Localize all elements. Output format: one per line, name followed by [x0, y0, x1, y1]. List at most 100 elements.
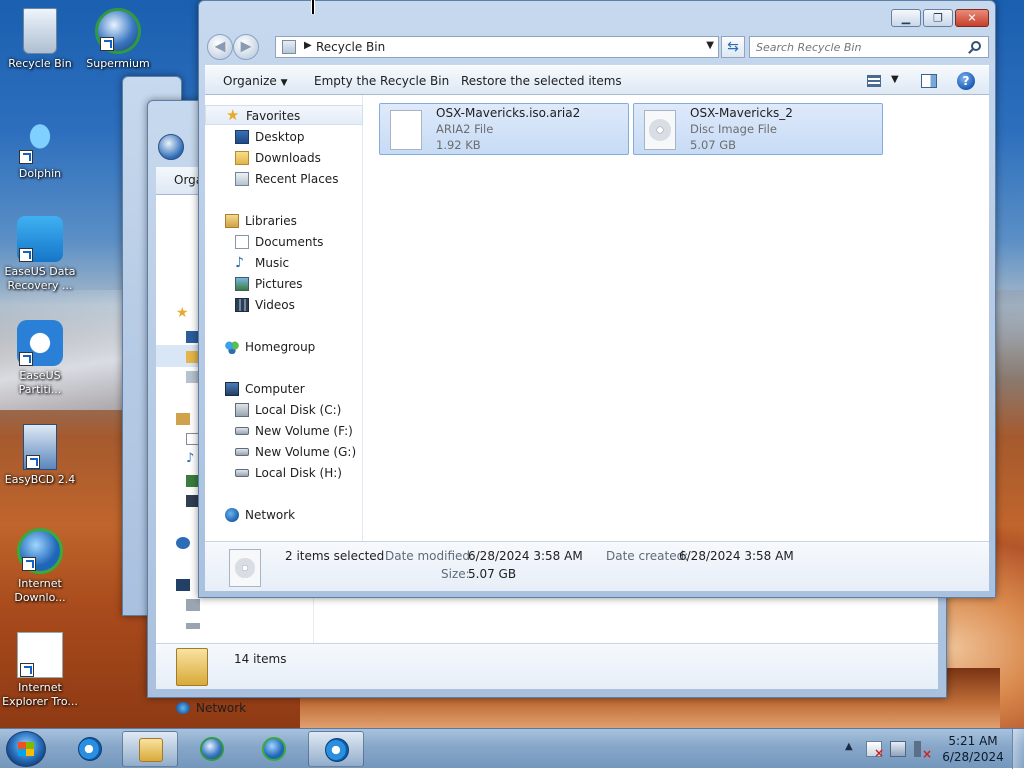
nav-favorites[interactable]: ★ Favorites [205, 105, 363, 125]
preview-pane-icon[interactable] [921, 74, 937, 88]
supermium-icon [200, 737, 224, 761]
nav-network[interactable]: Network [205, 505, 363, 525]
nav-downloads[interactable]: Downloads [205, 148, 363, 168]
desktop-icon-idm[interactable]: Internet Downlo... [0, 528, 80, 605]
nav-label: New Volume (F:) [255, 424, 353, 438]
taskbar-idm[interactable] [246, 731, 302, 767]
taskbar-explorer[interactable] [122, 731, 178, 767]
nav-label: Music [255, 256, 290, 270]
desktop-icon-easeus-recovery[interactable]: EaseUS Data Recovery ... [0, 216, 80, 293]
restore-selected-button[interactable]: Restore the selected items [461, 74, 622, 88]
volume-muted-icon[interactable] [914, 741, 932, 761]
action-center-icon[interactable] [866, 741, 884, 760]
easeus-recovery-icon [17, 216, 63, 262]
idm-icon [17, 528, 63, 574]
search-icon[interactable] [971, 41, 981, 51]
desktop-icon-easybcd[interactable]: EasyBCD 2.4 [0, 424, 80, 487]
chevron-right-icon[interactable]: ▶ [304, 40, 312, 51]
taskbar-ie[interactable] [62, 731, 118, 767]
homegroup-icon [176, 537, 190, 549]
file-name: OSX-Mavericks_2 [690, 106, 793, 120]
nav-music[interactable]: ♪ Music [205, 253, 363, 273]
help-icon[interactable]: ? [957, 72, 975, 90]
nav-label: Network [245, 508, 296, 522]
desktop-icon-label: EaseUS Partiti... [18, 369, 62, 396]
nav-documents[interactable]: Documents [205, 232, 363, 252]
ie-icon [17, 632, 63, 678]
change-view-button[interactable]: ▼ [865, 73, 905, 89]
nav-libraries[interactable]: Libraries [205, 211, 363, 231]
nav-label: Documents [255, 235, 324, 249]
desktop-icon-ie[interactable]: Internet Explorer Tro... [0, 632, 80, 709]
chevron-down-icon[interactable]: ▼ [706, 40, 714, 51]
desktop-icon-dolphin[interactable]: Dolphin [0, 118, 80, 181]
nav-label: Desktop [255, 130, 305, 144]
show-desktop-button[interactable] [1012, 729, 1024, 769]
nav-new-volume-g[interactable]: New Volume (G:) [205, 442, 363, 462]
desktop-icon-supermium[interactable]: Supermium [78, 8, 158, 71]
desktop-icon-recycle-bin[interactable]: Recycle Bin [0, 8, 80, 71]
nav-new-volume-f[interactable]: New Volume (F:) [205, 421, 363, 441]
forward-button[interactable]: ▶ [233, 34, 259, 60]
network-icon [176, 702, 190, 714]
recycle-bin-window[interactable]: ▁ ❐ ✕ ◀ ▶ ▶ Recycle Bin ▼ ⇆ Organize ▼ E… [198, 0, 996, 598]
nav-desktop[interactable]: Desktop [205, 127, 363, 147]
recent-places-icon [235, 172, 249, 186]
taskbar-ie-active[interactable] [308, 731, 364, 767]
organize-menu[interactable]: Organize ▼ [223, 74, 288, 88]
clock-date: 6/28/2024 [942, 750, 1004, 764]
nav-recent-places[interactable]: Recent Places [205, 169, 363, 189]
empty-recycle-bin-button[interactable]: Empty the Recycle Bin [314, 74, 449, 88]
nav-local-disk-h[interactable]: Local Disk (H:) [205, 463, 363, 483]
downloads-folder-icon [235, 151, 249, 165]
back-button[interactable] [158, 134, 184, 160]
close-button[interactable]: ✕ [955, 9, 989, 27]
back-button[interactable]: ◀ [207, 34, 233, 60]
search-input[interactable] [749, 36, 989, 58]
nav-network[interactable]: Network [176, 701, 246, 715]
maximize-button[interactable]: ❐ [923, 9, 953, 27]
address-bar[interactable]: ▶ Recycle Bin ▼ [275, 36, 719, 58]
recycle-bin-icon [23, 8, 57, 54]
disc-image-icon [229, 549, 261, 587]
nav-videos[interactable]: Videos [205, 295, 363, 315]
chevron-up-icon[interactable]: ▲ [845, 741, 853, 752]
details-pane: 2 items selected Date modified: 6/28/202… [205, 541, 989, 591]
clock[interactable]: 5:21 AM 6/28/2024 [940, 733, 1006, 765]
desktop-icon-label: Supermium [86, 57, 150, 70]
arrow-right-icon: ▶ [240, 38, 252, 55]
idm-icon [262, 737, 286, 761]
nav-pictures[interactable]: Pictures [205, 274, 363, 294]
item-count: 14 items [234, 652, 287, 666]
address-location[interactable]: Recycle Bin [316, 40, 385, 54]
recycle-bin-icon [282, 40, 296, 54]
file-icon [390, 110, 422, 150]
start-button[interactable] [6, 731, 46, 767]
window-controls: ▁ ❐ ✕ [891, 9, 989, 27]
date-created-value: 6/28/2024 3:58 AM [679, 549, 794, 563]
library-icon [176, 413, 190, 425]
easybcd-icon [23, 424, 57, 470]
nav-label: Computer [245, 382, 305, 396]
nav-local-disk-c[interactable]: Local Disk (C:) [205, 400, 363, 420]
file-item[interactable]: OSX-Mavericks.iso.aria2 ARIA2 File 1.92 … [379, 103, 629, 155]
minimize-icon: ▁ [901, 11, 911, 25]
file-item[interactable]: OSX-Mavericks_2 Disc Image File 5.07 GB [633, 103, 883, 155]
nav-homegroup[interactable]: Homegroup [205, 337, 363, 357]
homegroup-icon [225, 340, 239, 354]
nav-label: Favorites [246, 109, 301, 123]
maximize-icon: ❐ [933, 11, 943, 25]
network-status-icon[interactable] [890, 741, 906, 757]
file-size: 5.07 GB [690, 138, 737, 152]
minimize-button[interactable]: ▁ [891, 9, 921, 27]
disk-icon [235, 427, 249, 435]
refresh-button[interactable]: ⇆ [721, 36, 745, 58]
nav-computer[interactable]: Computer [205, 379, 363, 399]
taskbar-supermium[interactable] [184, 731, 240, 767]
star-icon: ★ [226, 106, 240, 124]
organize-label: Organize [223, 74, 277, 88]
disk-icon [186, 599, 200, 611]
view-list-icon [867, 75, 881, 87]
desktop-icon-easeus-partition[interactable]: EaseUS Partiti... [0, 320, 80, 397]
chevron-down-icon: ▼ [891, 74, 899, 85]
